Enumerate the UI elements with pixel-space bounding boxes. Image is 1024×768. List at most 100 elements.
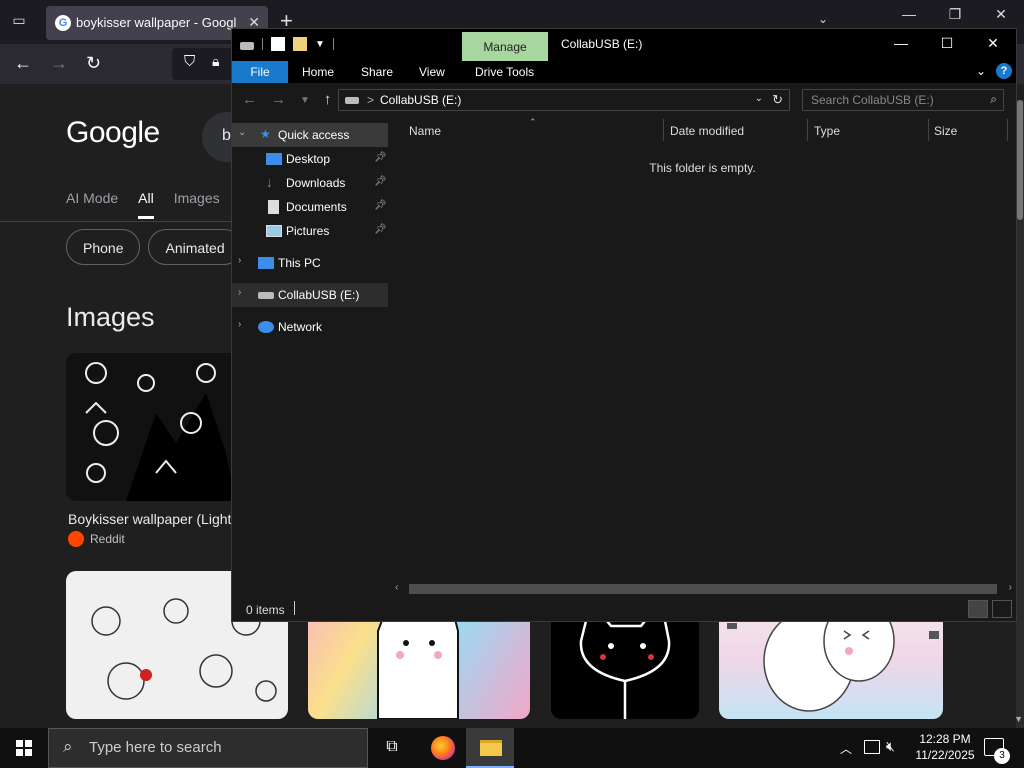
up-one-level-icon[interactable]: ↑ bbox=[324, 91, 332, 108]
column-divider[interactable] bbox=[807, 119, 808, 141]
refresh-icon[interactable]: ↻ bbox=[772, 92, 783, 108]
column-header-size[interactable]: Size bbox=[934, 117, 957, 143]
volume-muted-icon[interactable]: 🔇︎ bbox=[886, 738, 895, 755]
column-divider[interactable] bbox=[663, 119, 664, 141]
clock-time: 12:28 PM bbox=[919, 732, 971, 746]
nav-item-desktop[interactable]: Desktop 📌︎ bbox=[232, 147, 388, 171]
image-result-caption[interactable]: Boykisser wallpaper (Light bbox=[68, 511, 238, 527]
file-list-pane: ⌃ Name Date modified Type Size This fold… bbox=[389, 117, 1016, 595]
new-folder-icon[interactable] bbox=[293, 37, 307, 51]
breadcrumb-collabusb[interactable]: CollabUSB (E:) bbox=[380, 93, 461, 107]
tab-title: boykisser wallpaper - Google Search bbox=[76, 15, 236, 30]
expand-chevron-icon[interactable]: › bbox=[238, 287, 241, 298]
nav-label: Downloads bbox=[286, 176, 346, 190]
nav-item-this-pc[interactable]: › This PC bbox=[232, 251, 388, 275]
expand-ribbon-chevron-icon[interactable]: ⌄ bbox=[976, 64, 986, 78]
ribbon-tab-view[interactable]: View bbox=[419, 61, 445, 83]
browser-close-button[interactable]: ✕ bbox=[978, 6, 1024, 23]
scroll-right-icon[interactable]: › bbox=[1009, 582, 1012, 593]
tab-list-icon[interactable]: ▭ bbox=[8, 12, 30, 32]
expand-chevron-icon[interactable]: › bbox=[238, 319, 241, 330]
column-header-date-modified[interactable]: Date modified bbox=[670, 117, 744, 143]
firefox-icon[interactable] bbox=[418, 728, 466, 768]
image-result-source[interactable]: Reddit bbox=[68, 531, 125, 547]
ribbon-tab-share[interactable]: Share bbox=[361, 61, 393, 83]
address-bar[interactable]: > CollabUSB (E:) ⌄ ↻ bbox=[338, 89, 790, 111]
recent-locations-chevron-icon[interactable]: ▼ bbox=[300, 91, 310, 108]
browser-maximize-button[interactable]: ❐ bbox=[932, 6, 978, 23]
properties-icon[interactable] bbox=[271, 37, 285, 51]
browser-minimize-button[interactable]: — bbox=[886, 6, 932, 23]
column-divider[interactable] bbox=[1007, 119, 1008, 141]
page-scrollbar[interactable] bbox=[1016, 100, 1024, 728]
view-toggle bbox=[968, 600, 1012, 618]
usb-drive-icon bbox=[258, 292, 274, 299]
nav-label: Pictures bbox=[286, 224, 330, 238]
horizontal-scrollbar-thumb[interactable] bbox=[409, 584, 997, 594]
quick-access-toolbar: ▼ bbox=[240, 37, 334, 51]
qat-customize-chevron-icon[interactable]: ▼ bbox=[315, 39, 325, 50]
explorer-status-bar: 0 items bbox=[232, 597, 1016, 621]
nav-item-network[interactable]: › Network bbox=[232, 315, 388, 339]
ribbon-tab-file[interactable]: File bbox=[232, 61, 288, 83]
chip-animated[interactable]: Animated bbox=[148, 229, 242, 265]
show-hidden-icons-chevron-icon[interactable]: ︿ bbox=[840, 740, 852, 757]
manage-contextual-tab[interactable]: Manage bbox=[462, 32, 548, 61]
lock-icon[interactable]: 🔒︎ bbox=[212, 53, 219, 70]
nav-label: Desktop bbox=[286, 152, 331, 166]
qat-separator bbox=[332, 38, 334, 50]
clock[interactable]: 12:28 PM 11/22/2025 bbox=[910, 731, 980, 763]
nav-item-quick-access[interactable]: ⌄ ★ Quick access bbox=[232, 123, 388, 147]
tab-all[interactable]: All bbox=[138, 190, 154, 219]
back-button[interactable]: ← bbox=[14, 53, 32, 74]
help-icon[interactable]: ? bbox=[996, 63, 1012, 79]
clock-date: 11/22/2025 bbox=[915, 748, 975, 762]
nav-item-pictures[interactable]: Pictures 📌︎ bbox=[232, 219, 388, 243]
task-view-icon[interactable]: ⧉ bbox=[368, 728, 416, 768]
scroll-down-arrow-icon[interactable]: ▼ bbox=[1014, 714, 1023, 724]
download-arrow-icon: ↓ bbox=[266, 174, 273, 190]
explorer-forward-icon[interactable]: → bbox=[271, 91, 286, 108]
forward-button[interactable]: → bbox=[50, 53, 68, 74]
pin-icon: 📌︎ bbox=[374, 176, 387, 187]
breadcrumb-separator[interactable]: > bbox=[367, 93, 374, 107]
horizontal-scrollbar[interactable]: ‹ › bbox=[389, 581, 1016, 597]
explorer-search-input[interactable]: Search CollabUSB (E:) ⌕ bbox=[802, 89, 1004, 111]
large-icons-view-icon[interactable] bbox=[992, 600, 1012, 618]
tab-ai-mode[interactable]: AI Mode bbox=[66, 190, 118, 219]
chip-phone[interactable]: Phone bbox=[66, 229, 141, 265]
tracking-shield-icon[interactable]: ⛉ bbox=[184, 53, 195, 70]
taskbar-search-box[interactable]: ⌕ Type here to search bbox=[48, 728, 368, 768]
list-all-tabs-icon[interactable]: ⌄ bbox=[818, 12, 828, 26]
explorer-nav-buttons: ← → ▼ ↑ bbox=[242, 91, 331, 108]
ribbon-tab-drive-tools[interactable]: Drive Tools bbox=[475, 61, 534, 83]
details-view-icon[interactable] bbox=[968, 600, 988, 618]
address-dropdown-chevron-icon[interactable]: ⌄ bbox=[755, 93, 763, 104]
navigation-pane: ⌄ ★ Quick access Desktop 📌︎ ↓ Downloads … bbox=[232, 117, 388, 595]
nav-item-downloads[interactable]: ↓ Downloads 📌︎ bbox=[232, 171, 388, 195]
column-divider[interactable] bbox=[928, 119, 929, 141]
scroll-left-icon[interactable]: ‹ bbox=[395, 582, 398, 593]
column-header-type[interactable]: Type bbox=[814, 117, 840, 143]
file-explorer-taskbar-icon[interactable] bbox=[466, 728, 514, 768]
explorer-maximize-button[interactable]: ☐ bbox=[924, 29, 970, 59]
tab-images[interactable]: Images bbox=[174, 190, 220, 219]
expand-chevron-icon[interactable]: ⌄ bbox=[238, 127, 246, 138]
expand-chevron-icon[interactable]: › bbox=[238, 255, 241, 266]
ribbon-tab-home[interactable]: Home bbox=[302, 61, 334, 83]
explorer-close-button[interactable]: ✕ bbox=[970, 29, 1016, 59]
tabs-divider bbox=[0, 221, 240, 222]
nav-item-collabusb[interactable]: › CollabUSB (E:) bbox=[232, 283, 388, 307]
nav-item-documents[interactable]: Documents 📌︎ bbox=[232, 195, 388, 219]
reload-button[interactable]: ↻ bbox=[86, 53, 101, 74]
page-scrollbar-thumb[interactable] bbox=[1017, 100, 1023, 220]
start-button[interactable] bbox=[0, 728, 48, 768]
google-logo[interactable]: Google bbox=[66, 116, 160, 150]
column-header-name[interactable]: Name bbox=[409, 117, 441, 143]
explorer-minimize-button[interactable]: — bbox=[878, 29, 924, 59]
google-favicon-icon: G bbox=[55, 15, 71, 31]
explorer-back-icon[interactable]: ← bbox=[242, 91, 257, 108]
star-icon: ★ bbox=[260, 127, 271, 141]
network-status-icon[interactable] bbox=[864, 740, 880, 754]
image-result-thumbnail[interactable] bbox=[66, 353, 236, 501]
